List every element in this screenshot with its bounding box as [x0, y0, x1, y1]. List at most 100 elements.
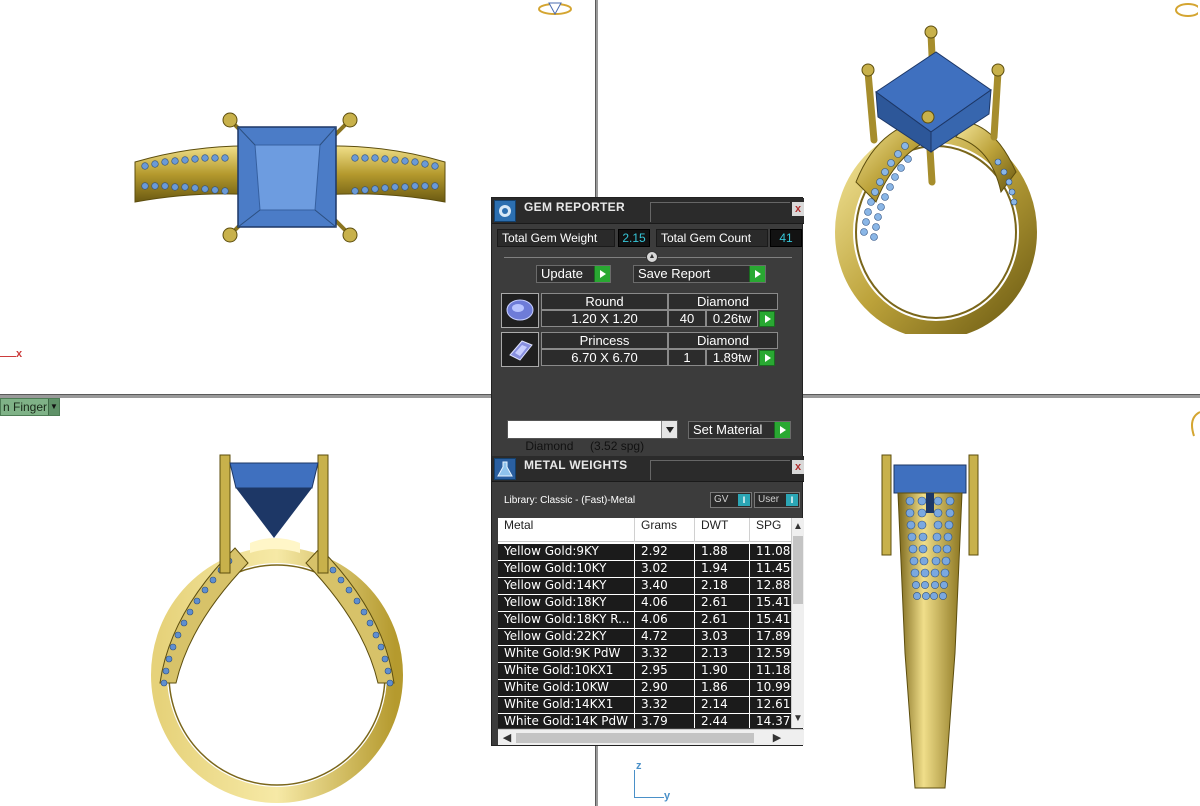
material-select[interactable]: Diamond (3.52 spg)	[507, 420, 678, 453]
update-button-label: Update	[541, 266, 583, 281]
view-selector-label: n Finger	[3, 400, 48, 414]
column-header-metal[interactable]: Metal	[498, 518, 635, 542]
total-gem-weight-value: 2.15	[618, 229, 650, 247]
column-header-spg[interactable]: SPG	[750, 518, 792, 542]
gem-weight: 1.89tw	[706, 349, 758, 366]
chevron-down-icon[interactable]	[661, 421, 677, 438]
metal-grams: 3.79	[635, 714, 695, 728]
gem-row-play-icon[interactable]	[759, 350, 775, 366]
play-icon	[774, 422, 790, 438]
close-icon[interactable]: x	[792, 460, 804, 474]
material-select-value: Diamond (3.52 spg)	[525, 439, 645, 453]
user-toggle-indicator: I	[786, 494, 798, 506]
gem-reporter-icon	[494, 200, 516, 222]
gem-row[interactable]: Princess Diamond 6.70 X 6.70 1 1.89tw	[501, 332, 779, 368]
table-row[interactable]: Yellow Gold:18KY R... 4.06 2.61 15.41	[498, 612, 792, 629]
table-row[interactable]: White Gold:10KX1 2.95 1.90 11.18	[498, 663, 792, 680]
metal-weights-table[interactable]: Metal Grams DWT SPG Yellow Gold:9KY 2.92 1…	[498, 518, 804, 728]
metal-name: White Gold:10KX1	[498, 663, 635, 679]
table-header: Metal Grams DWT SPG	[498, 518, 804, 542]
total-gem-count-label: Total Gem Count	[656, 229, 768, 247]
view-selector[interactable]: n Finger ▼	[0, 398, 60, 416]
header-tab-outline	[650, 460, 790, 480]
save-report-button[interactable]: Save Report	[633, 265, 766, 283]
metal-grams: 2.95	[635, 663, 695, 679]
gem-count: 40	[668, 310, 706, 327]
table-row[interactable]: Yellow Gold:14KY 3.40 2.18 12.88	[498, 578, 792, 595]
metal-spg: 11.08	[750, 544, 792, 560]
save-report-label: Save Report	[638, 266, 711, 281]
metal-weights-title: METAL WEIGHTS	[524, 458, 628, 472]
metal-spg: 15.41	[750, 595, 792, 611]
gem-reporter-title: GEM REPORTER	[524, 200, 625, 214]
ring-view-cube-icon-3[interactable]	[1186, 408, 1200, 438]
table-row[interactable]: Yellow Gold:22KY 4.72 3.03 17.89	[498, 629, 792, 646]
gv-toggle-indicator: I	[738, 494, 750, 506]
update-button[interactable]: Update	[536, 265, 611, 283]
column-header-grams[interactable]: Grams	[635, 518, 695, 542]
y-axis-label: y	[664, 790, 671, 802]
vertical-scrollbar[interactable]: ▲ ▼	[791, 518, 804, 728]
metal-dwt: 1.88	[695, 544, 750, 560]
metal-dwt: 1.94	[695, 561, 750, 577]
table-row[interactable]: White Gold:9K PdW 3.32 2.13 12.59	[498, 646, 792, 663]
gem-material: Diamond	[668, 332, 778, 349]
set-material-button[interactable]: Set Material	[688, 421, 791, 439]
scroll-up-icon[interactable]: ▲	[792, 520, 804, 534]
gem-size: 6.70 X 6.70	[541, 349, 668, 366]
close-icon[interactable]: x	[792, 202, 804, 216]
metal-dwt: 1.90	[695, 663, 750, 679]
metal-grams: 2.90	[635, 680, 695, 696]
metal-name: White Gold:10KW	[498, 680, 635, 696]
header-tab-outline	[650, 202, 790, 222]
scroll-thumb-horizontal[interactable]	[516, 733, 754, 743]
metal-dwt: 2.44	[695, 714, 750, 728]
metal-grams: 3.40	[635, 578, 695, 594]
gem-cut: Round	[541, 293, 668, 310]
table-row[interactable]: Yellow Gold:10KY 3.02 1.94 11.45	[498, 561, 792, 578]
ring-perspective-view	[835, 25, 1037, 334]
metal-name: White Gold:14KX1	[498, 697, 635, 713]
table-row[interactable]: White Gold:14KX1 3.32 2.14 12.61	[498, 697, 792, 714]
table-row[interactable]: Yellow Gold:9KY 2.92 1.88 11.08	[498, 544, 792, 561]
scroll-thumb[interactable]	[793, 536, 803, 604]
table-row[interactable]: White Gold:10KW 2.90 1.86 10.99	[498, 680, 792, 697]
gem-row-play-icon[interactable]	[759, 311, 775, 327]
table-row[interactable]: White Gold:14K PdW 3.79 2.44 14.37	[498, 714, 792, 728]
user-label: User	[758, 494, 780, 505]
column-header-dwt[interactable]: DWT	[695, 518, 750, 542]
metal-dwt: 3.03	[695, 629, 750, 645]
metal-grams: 2.92	[635, 544, 695, 560]
ring-view-cube-icon-2[interactable]	[1158, 0, 1198, 20]
gem-row[interactable]: Round Diamond 1.20 X 1.20 40 0.26tw	[501, 293, 779, 329]
metal-name: Yellow Gold:10KY	[498, 561, 635, 577]
gv-toggle[interactable]: GV I	[710, 492, 752, 508]
play-icon	[594, 266, 610, 282]
metal-dwt: 2.61	[695, 595, 750, 611]
metal-dwt: 2.14	[695, 697, 750, 713]
play-icon	[749, 266, 765, 282]
round-gem-icon	[501, 293, 539, 328]
metal-spg: 15.41	[750, 612, 792, 628]
metal-spg: 10.99	[750, 680, 792, 696]
x-axis-indicator: x	[0, 348, 24, 362]
ring-side-view	[881, 454, 979, 789]
table-row[interactable]: Yellow Gold:18KY 4.06 2.61 15.41	[498, 595, 792, 612]
chevron-down-icon[interactable]: ▼	[48, 399, 59, 415]
scroll-right-icon[interactable]: ▶	[770, 730, 784, 746]
scroll-down-icon[interactable]: ▼	[792, 712, 804, 726]
gem-reporter-header: GEM REPORTER x	[492, 198, 804, 224]
total-gem-weight-label: Total Gem Weight	[497, 229, 615, 247]
panel-slider-handle[interactable]: ▲	[646, 251, 658, 263]
z-axis-label: z	[636, 760, 642, 772]
gem-reporter-panel[interactable]: GEM REPORTER x Total Gem Weight 2.15 Tot…	[491, 197, 804, 746]
metal-dwt: 2.13	[695, 646, 750, 662]
horizontal-scrollbar[interactable]: ◀ ▶	[498, 729, 804, 745]
set-material-label: Set Material	[693, 422, 763, 437]
metal-name: White Gold:9K PdW	[498, 646, 635, 662]
ring-view-cube-icon[interactable]	[535, 0, 575, 18]
user-toggle[interactable]: User I	[754, 492, 800, 508]
gem-cut: Princess	[541, 332, 668, 349]
scroll-left-icon[interactable]: ◀	[500, 730, 514, 746]
gem-count: 1	[668, 349, 706, 366]
